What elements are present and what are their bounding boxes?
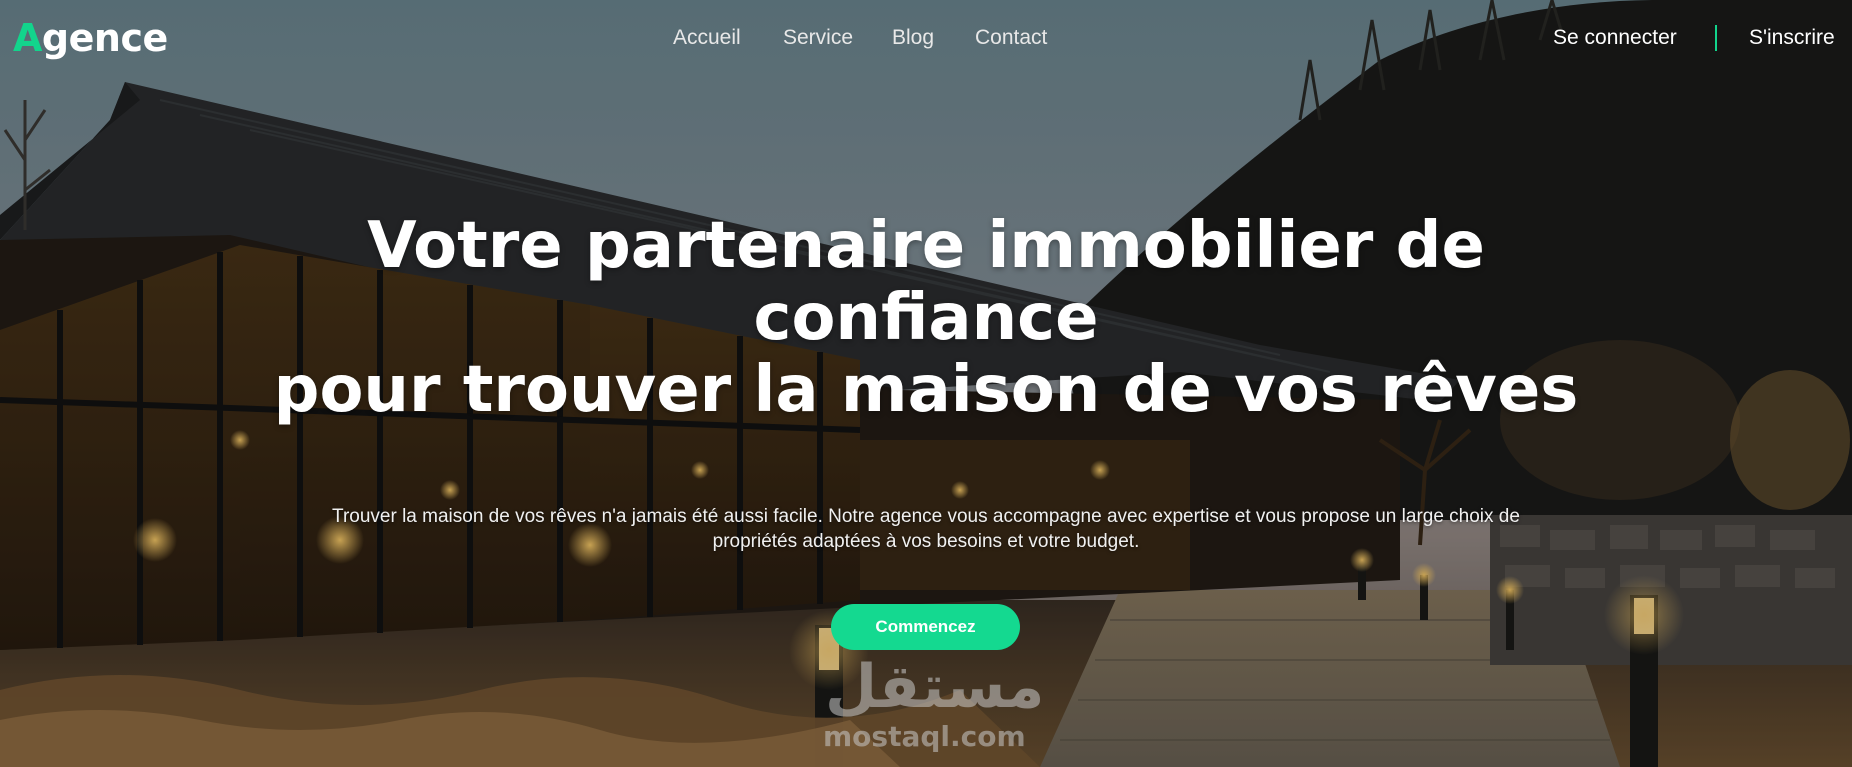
hero-title-line-3: pour trouver la maison de vos rêves [273, 353, 1579, 427]
watermark-logo: مستقل mostaql.com [815, 655, 1044, 765]
hero-title-line-1: Votre partenaire immobilier de [367, 209, 1485, 283]
hero-description: Trouver la maison de vos rêves n'a jamai… [332, 506, 1520, 552]
hero-title-line-2: confiance [753, 281, 1099, 355]
watermark-arabic-text: مستقل [825, 652, 1045, 722]
watermark-latin-text: mostaql.com [823, 720, 1026, 753]
signup-link[interactable]: S'inscrire [1749, 24, 1835, 52]
start-button[interactable]: Commencez [831, 604, 1020, 650]
auth-divider [1715, 25, 1717, 51]
hero-section: Agence Accueil Service Blog Contact Se c… [0, 0, 1852, 767]
navbar: Agence Accueil Service Blog Contact Se c… [0, 0, 1852, 76]
auth-links: Se connecter S'inscrire [0, 24, 1852, 52]
hero-title: Votre partenaire immobilier de confiance… [200, 210, 1652, 426]
login-link[interactable]: Se connecter [1553, 24, 1677, 52]
